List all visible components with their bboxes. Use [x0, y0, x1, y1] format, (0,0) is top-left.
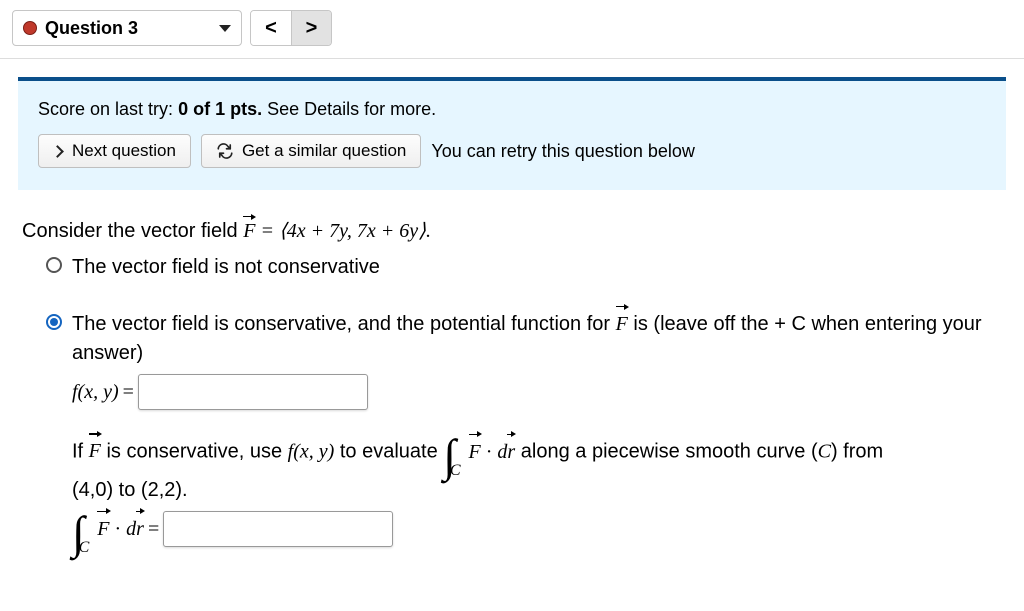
potential-function-input[interactable]	[138, 374, 368, 410]
score-prefix: Score on last try:	[38, 99, 178, 119]
similar-question-button[interactable]: Get a similar question	[201, 134, 421, 168]
fxy-label: f(x, y)	[72, 378, 119, 407]
ifline-a: If	[72, 440, 89, 462]
nav-buttons: < >	[250, 10, 332, 46]
prompt: Consider the vector field F = ⟨4x + 7y, …	[22, 218, 1002, 243]
score-value: 0 of 1 pts.	[178, 99, 262, 119]
vector-F-3: F	[89, 437, 101, 466]
ifline-b: is conservative, use	[101, 440, 288, 462]
integral-expr-2: ∫C F · dr	[72, 513, 144, 545]
prompt-pre: Consider the vector field	[22, 220, 243, 242]
fxy-2: f(x, y)	[288, 440, 335, 462]
vector-F: F	[243, 220, 255, 243]
next-question-label: Next question	[72, 141, 176, 161]
range-text: (4,0) to (2,2).	[72, 476, 1002, 505]
question-label: Question 3	[45, 18, 138, 39]
option2-text-a: The vector field is conservative, and th…	[72, 313, 616, 335]
similar-question-label: Get a similar question	[242, 141, 406, 161]
option1-label: The vector field is not conservative	[72, 253, 1002, 282]
question-body: Consider the vector field F = ⟨4x + 7y, …	[18, 218, 1006, 547]
radio-not-conservative[interactable]	[46, 257, 62, 273]
equals-1: =	[123, 378, 134, 407]
status-dot-icon	[23, 21, 37, 35]
equals-2: =	[148, 515, 159, 544]
curve-C: C	[818, 440, 831, 462]
chevron-down-icon	[219, 25, 231, 32]
score-suffix: See Details for more.	[262, 99, 436, 119]
score-line: Score on last try: 0 of 1 pts. See Detai…	[38, 99, 986, 120]
next-question-button[interactable]: >	[291, 11, 331, 45]
topbar: Question 3 < >	[0, 0, 1024, 59]
ifline-e: ) from	[831, 440, 883, 462]
ifline-c: to evaluate	[334, 440, 443, 462]
question-selector[interactable]: Question 3	[12, 10, 242, 46]
vector-F-2: F	[616, 310, 628, 339]
option-not-conservative: The vector field is not conservative	[46, 253, 1002, 282]
ifline-d: along a piecewise smooth curve (	[521, 440, 818, 462]
chevron-right-icon	[53, 141, 64, 161]
integral-expr: ∫C F · dr	[443, 436, 515, 468]
score-box: Score on last try: 0 of 1 pts. See Detai…	[18, 77, 1006, 190]
retry-hint: You can retry this question below	[431, 141, 695, 162]
line-integral-input[interactable]	[163, 511, 393, 547]
next-question-button-2[interactable]: Next question	[38, 134, 191, 168]
retry-icon	[216, 142, 234, 160]
prompt-eq: = ⟨4x + 7y, 7x + 6y⟩.	[255, 220, 431, 242]
option-conservative: The vector field is conservative, and th…	[46, 310, 1002, 547]
main-content: Score on last try: 0 of 1 pts. See Detai…	[0, 59, 1024, 573]
prev-question-button[interactable]: <	[251, 11, 291, 45]
radio-conservative[interactable]	[46, 314, 62, 330]
